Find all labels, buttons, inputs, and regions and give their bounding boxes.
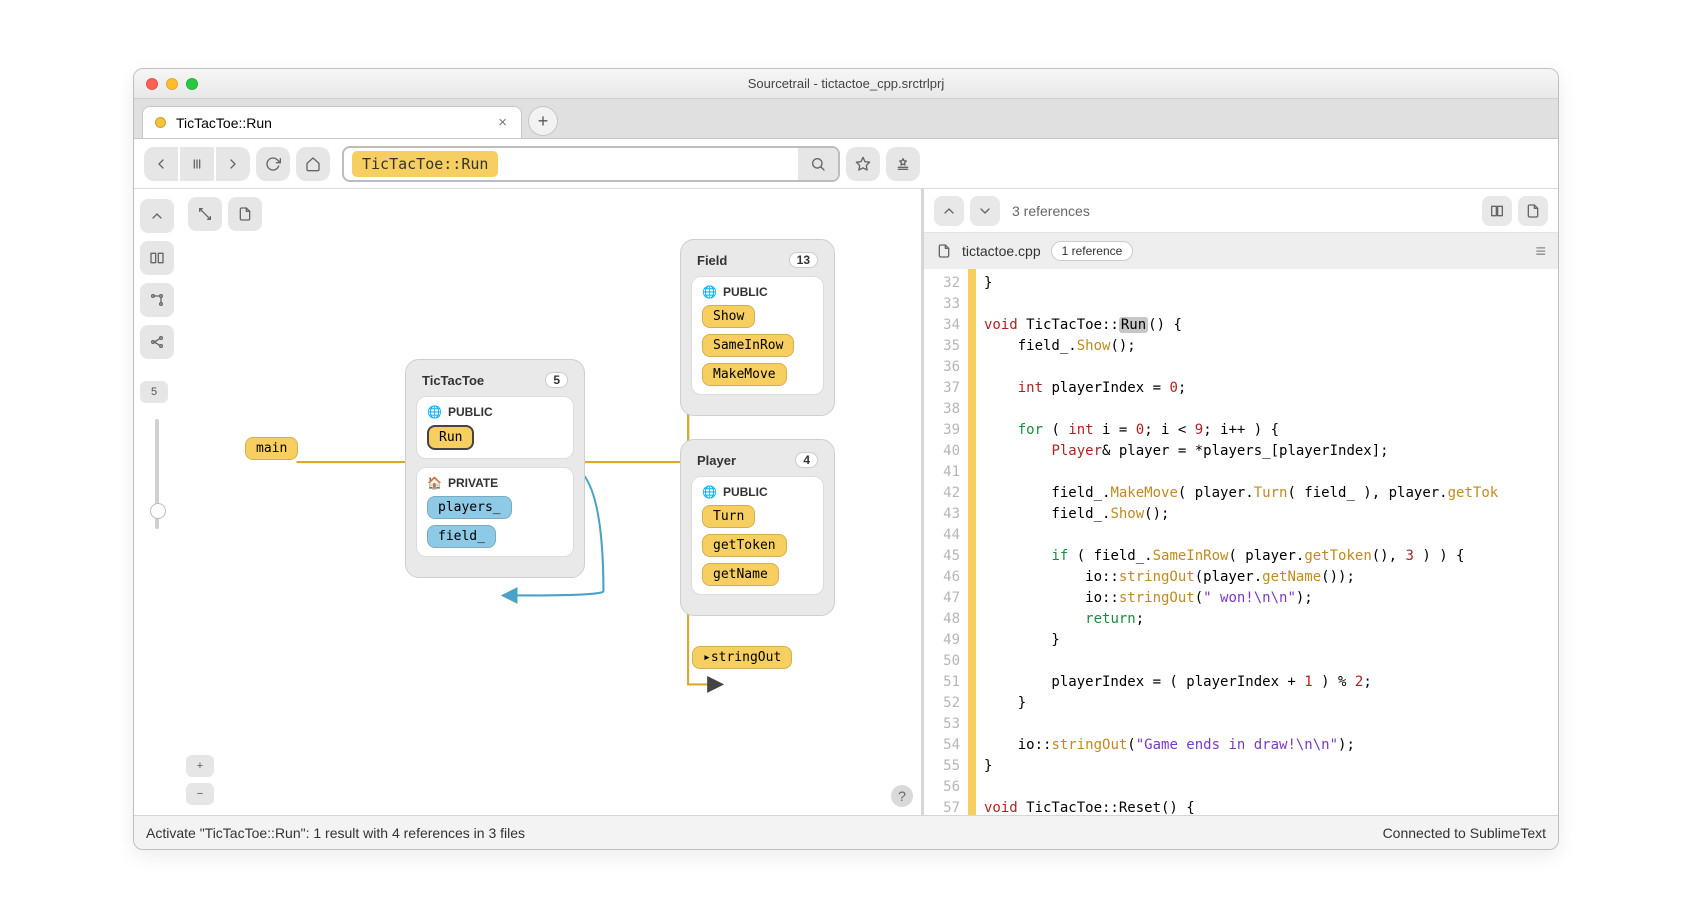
tab-label: TicTacToe::Run <box>176 115 272 131</box>
graph-sidebar: 5 <box>134 189 180 815</box>
new-tab-button[interactable]: + <box>528 106 558 136</box>
code-body[interactable]: } void TicTacToe::Run() { field_.Show();… <box>976 269 1558 815</box>
tab-bar: TicTacToe::Run × + <box>134 99 1558 139</box>
public-section: 🌐 PUBLIC <box>702 485 768 499</box>
graph-pane: 5 <box>134 189 924 815</box>
method-run[interactable]: Run <box>427 425 474 450</box>
zoom-level-label: 5 <box>140 381 168 403</box>
search-button[interactable] <box>798 148 838 180</box>
node-badge: 13 <box>789 252 818 268</box>
method-show[interactable]: Show <box>702 305 755 328</box>
tab-active[interactable]: TicTacToe::Run × <box>142 106 522 138</box>
tab-close-button[interactable]: × <box>498 114 507 131</box>
zoom-out-button[interactable]: − <box>186 783 214 805</box>
search-chip[interactable]: TicTacToe::Run <box>352 151 498 177</box>
status-right: Connected to SublimeText <box>1383 825 1546 841</box>
field-players[interactable]: players_ <box>427 496 512 519</box>
file-icon <box>936 243 952 259</box>
file-name[interactable]: tictactoe.cpp <box>962 243 1041 259</box>
node-title: Field <box>697 253 727 268</box>
status-left: Activate "TicTacToe::Run": 1 result with… <box>146 825 525 841</box>
node-badge: 5 <box>545 372 568 388</box>
code-pane: 3 references tictactoe.cpp 1 reference ≡… <box>924 189 1558 815</box>
dependencies-button[interactable] <box>140 283 174 317</box>
history-menu-button[interactable] <box>180 147 214 181</box>
file-refs-badge: 1 reference <box>1051 241 1134 261</box>
node-stringout[interactable]: ▸stringOut <box>692 646 792 669</box>
next-reference-button[interactable] <box>970 196 1000 226</box>
bookmark-button[interactable] <box>846 147 880 181</box>
help-button[interactable]: ? <box>891 785 913 807</box>
node-badge: 4 <box>795 452 818 468</box>
content: 5 <box>134 189 1558 815</box>
snippet-mode-button[interactable] <box>1482 196 1512 226</box>
node-player[interactable]: Player 4 🌐 PUBLIC Turn getToken getName <box>680 439 835 616</box>
method-gettoken[interactable]: getToken <box>702 534 787 557</box>
method-makemove[interactable]: MakeMove <box>702 363 787 386</box>
history-group <box>144 147 250 181</box>
method-turn[interactable]: Turn <box>702 505 755 528</box>
file-menu-button[interactable]: ≡ <box>1535 241 1546 262</box>
node-tictactoe[interactable]: TicTacToe 5 🌐 PUBLIC Run 🏠 PRIVATE player… <box>405 359 585 578</box>
layout-toggle-button[interactable] <box>140 241 174 275</box>
node-main[interactable]: main <box>245 437 298 460</box>
bookmarks-list-button[interactable] <box>886 147 920 181</box>
file-mode-button[interactable] <box>1518 196 1548 226</box>
private-section: 🏠 PRIVATE <box>427 476 498 490</box>
node-field[interactable]: Field 13 🌐 PUBLIC Show SameInRow MakeMove <box>680 239 835 416</box>
zoom-in-button[interactable]: + <box>186 755 214 777</box>
home-button[interactable] <box>296 147 330 181</box>
highlight-bar <box>968 269 976 815</box>
method-getname[interactable]: getName <box>702 563 779 586</box>
toolbar: TicTacToe::Run <box>134 139 1558 189</box>
public-section: 🌐 PUBLIC <box>702 285 768 299</box>
collapse-up-button[interactable] <box>140 199 174 233</box>
code-view[interactable]: 32 33 34 35 36 37 38 39 40 41 42 43 44 4… <box>924 269 1558 815</box>
references-label: 3 references <box>1012 203 1090 219</box>
code-pane-header: 3 references <box>924 189 1558 233</box>
public-section: 🌐 PUBLIC <box>427 405 493 419</box>
forward-button[interactable] <box>216 147 250 181</box>
tab-status-icon <box>155 117 166 128</box>
node-title: TicTacToe <box>422 373 484 388</box>
app-window: Sourcetrail - tictactoe_cpp.srctrlprj Ti… <box>133 68 1559 850</box>
file-bar: tictactoe.cpp 1 reference ≡ <box>924 233 1558 269</box>
node-title: Player <box>697 453 736 468</box>
zoom-slider[interactable] <box>155 419 159 529</box>
line-gutter: 32 33 34 35 36 37 38 39 40 41 42 43 44 4… <box>924 269 968 815</box>
file-view-button[interactable] <box>228 197 262 231</box>
snippet-view-button[interactable] <box>188 197 222 231</box>
method-sameinrow[interactable]: SameInRow <box>702 334 794 357</box>
callers-button[interactable] <box>140 325 174 359</box>
prev-reference-button[interactable] <box>934 196 964 226</box>
titlebar: Sourcetrail - tictactoe_cpp.srctrlprj <box>134 69 1558 99</box>
zoom-controls: + − <box>186 755 214 805</box>
refresh-button[interactable] <box>256 147 290 181</box>
window-title: Sourcetrail - tictactoe_cpp.srctrlprj <box>134 76 1558 91</box>
field-field[interactable]: field_ <box>427 525 496 548</box>
search-box[interactable]: TicTacToe::Run <box>342 146 840 182</box>
graph-canvas[interactable]: main TicTacToe 5 🌐 PUBLIC Run 🏠 PRIVATE p… <box>180 189 921 815</box>
back-button[interactable] <box>144 147 178 181</box>
status-bar: Activate "TicTacToe::Run": 1 result with… <box>134 815 1558 849</box>
